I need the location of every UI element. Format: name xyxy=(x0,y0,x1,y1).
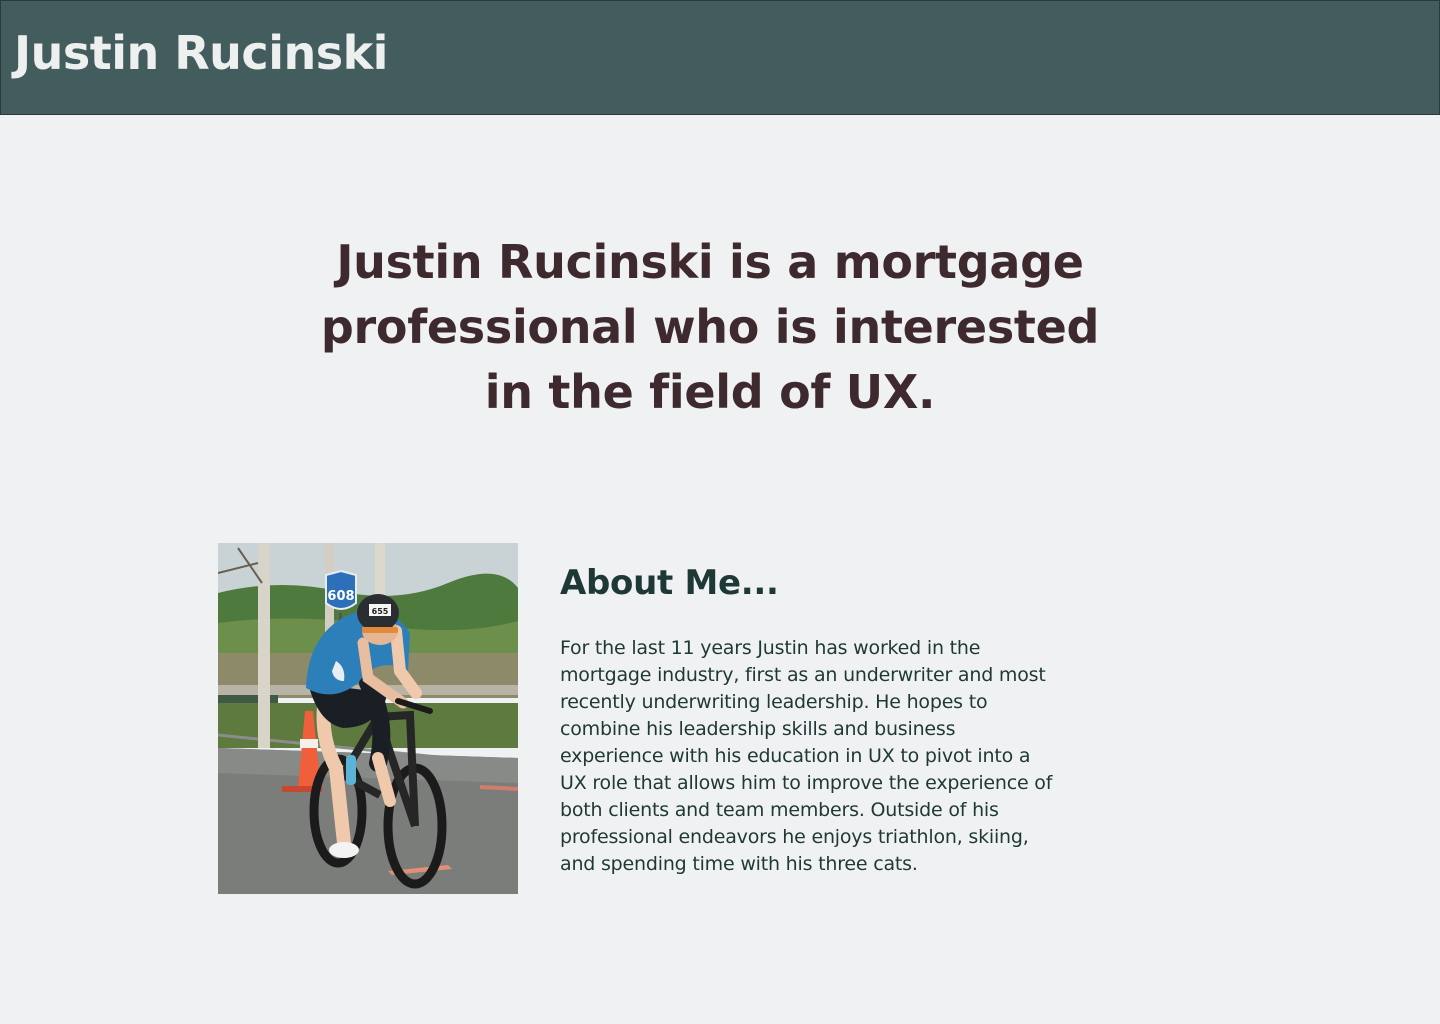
hero-headline: Justin Rucinski is a mortgage profession… xyxy=(320,235,1100,419)
site-header: Justin Rucinski xyxy=(0,0,1440,115)
photo-water-bottle xyxy=(346,755,356,785)
about-heading: About Me... xyxy=(560,563,779,603)
photo-rider-sunglasses xyxy=(362,627,398,633)
photo-tree-trunk xyxy=(258,543,270,748)
about-paragraph: For the last 11 years Justin has worked … xyxy=(560,637,1053,875)
photo-rider-shoe xyxy=(329,842,359,858)
cyclist-photo-illustration: 608 655 xyxy=(218,543,518,894)
photo-sign-text: 608 xyxy=(327,589,354,604)
site-title[interactable]: Justin Rucinski xyxy=(14,27,388,80)
profile-photo: 608 655 xyxy=(218,543,518,894)
photo-bib-text: 655 xyxy=(372,607,389,616)
